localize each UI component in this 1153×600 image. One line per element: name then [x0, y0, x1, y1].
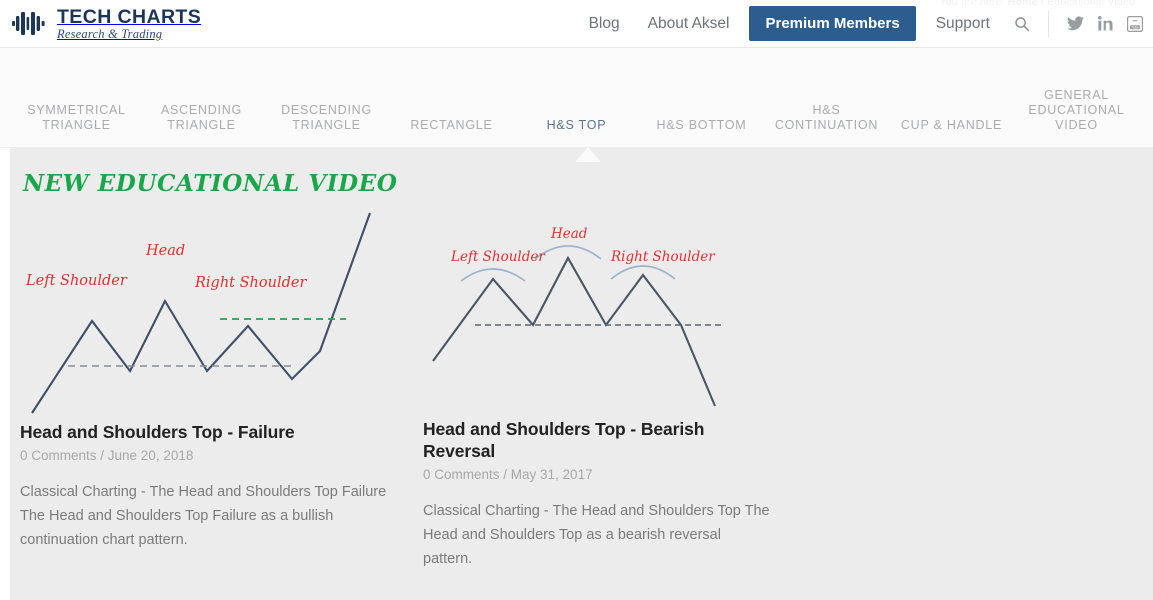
- site-logo[interactable]: TECH CHARTS Research & Trading: [12, 7, 201, 41]
- subnav-item-hs-bottom[interactable]: H&S BOTTOM: [639, 118, 764, 133]
- article-card[interactable]: Left Shoulder Head Right Shoulder Head a…: [415, 201, 787, 571]
- subnav-item-rectangle[interactable]: RECTANGLE: [389, 118, 514, 133]
- search-icon[interactable]: [1004, 16, 1042, 32]
- new-educational-video-banner: NEW EDUCATIONAL VIDEO: [23, 170, 398, 197]
- nav-item-blog[interactable]: Blog: [575, 15, 634, 33]
- site-header: You are here: Home / Educational Video T…: [0, 0, 1153, 48]
- nav-item-premium-members[interactable]: Premium Members: [749, 6, 916, 41]
- logo-title: TECH CHARTS: [57, 5, 202, 28]
- subnav-item-hs-top[interactable]: H&S TOP: [514, 118, 639, 133]
- card-excerpt: Classical Charting - The Head and Should…: [423, 503, 770, 567]
- category-navigation: SYMMETRICAL TRIANGLE ASCENDING TRIANGLE …: [0, 48, 1153, 148]
- card-title[interactable]: Head and Shoulders Top - Bearish Reversa…: [423, 418, 771, 462]
- linkedin-icon[interactable]: [1098, 16, 1113, 31]
- empty-card-slot: [787, 201, 1153, 571]
- head-and-shoulders-bearish-reversal-diagram[interactable]: Left Shoulder Head Right Shoulder: [423, 201, 771, 418]
- bar-chart-logo-icon: [12, 10, 48, 37]
- subnav-item-descending-triangle[interactable]: DESCENDING TRIANGLE: [264, 103, 389, 133]
- svg-text:Left Shoulder: Left Shoulder: [450, 249, 546, 265]
- nav-item-support[interactable]: Support: [922, 15, 1004, 33]
- svg-text:Right Shoulder: Right Shoulder: [194, 275, 307, 291]
- article-card[interactable]: Left Shoulder Head Right Shoulder Head a…: [10, 201, 415, 571]
- logo-text-block: TECH CHARTS Research & Trading: [57, 7, 201, 41]
- breadcrumb-home-link[interactable]: Home: [1008, 0, 1038, 8]
- breadcrumb: You are here: Home / Educational Video: [939, 0, 1135, 8]
- social-links: Tube: [1048, 10, 1143, 37]
- breadcrumb-prefix: You are here:: [939, 0, 1005, 8]
- breadcrumb-current: Educational Video: [1047, 0, 1135, 8]
- svg-text:Left Shoulder: Left Shoulder: [25, 273, 128, 289]
- subnav-item-symmetrical-triangle[interactable]: SYMMETRICAL TRIANGLE: [14, 103, 139, 133]
- youtube-icon[interactable]: Tube: [1127, 15, 1143, 32]
- svg-text:Tube: Tube: [1131, 25, 1139, 29]
- head-and-shoulders-failure-diagram[interactable]: Left Shoulder Head Right Shoulder: [20, 201, 399, 421]
- nav-item-about-aksel[interactable]: About Aksel: [634, 15, 744, 33]
- card-title[interactable]: Head and Shoulders Top - Failure: [20, 421, 399, 443]
- svg-text:Right Shoulder: Right Shoulder: [610, 249, 716, 265]
- card-meta: 0 Comments / June 20, 2018: [20, 448, 194, 463]
- subnav-item-hs-continuation[interactable]: H&S CONTINUATION: [764, 103, 889, 133]
- subnav-item-general-educational-video[interactable]: GENERAL EDUCATIONAL VIDEO: [1014, 88, 1139, 133]
- svg-text:Head: Head: [550, 226, 588, 242]
- twitter-icon[interactable]: [1067, 16, 1084, 31]
- active-tab-pointer-icon: [575, 147, 601, 162]
- main-content: NEW EDUCATIONAL VIDEO Left Shoulder Head…: [10, 147, 1153, 600]
- breadcrumb-separator: /: [1040, 0, 1045, 8]
- card-meta: 0 Comments / May 31, 2017: [423, 467, 593, 482]
- article-card-list: Left Shoulder Head Right Shoulder Head a…: [10, 197, 1153, 571]
- subnav-item-cup-and-handle[interactable]: CUP & HANDLE: [889, 118, 1014, 133]
- logo-subtitle: Research & Trading: [57, 27, 163, 41]
- subnav-item-ascending-triangle[interactable]: ASCENDING TRIANGLE: [139, 103, 264, 133]
- card-excerpt: Classical Charting - The Head and Should…: [20, 484, 387, 548]
- svg-text:Head: Head: [145, 243, 185, 259]
